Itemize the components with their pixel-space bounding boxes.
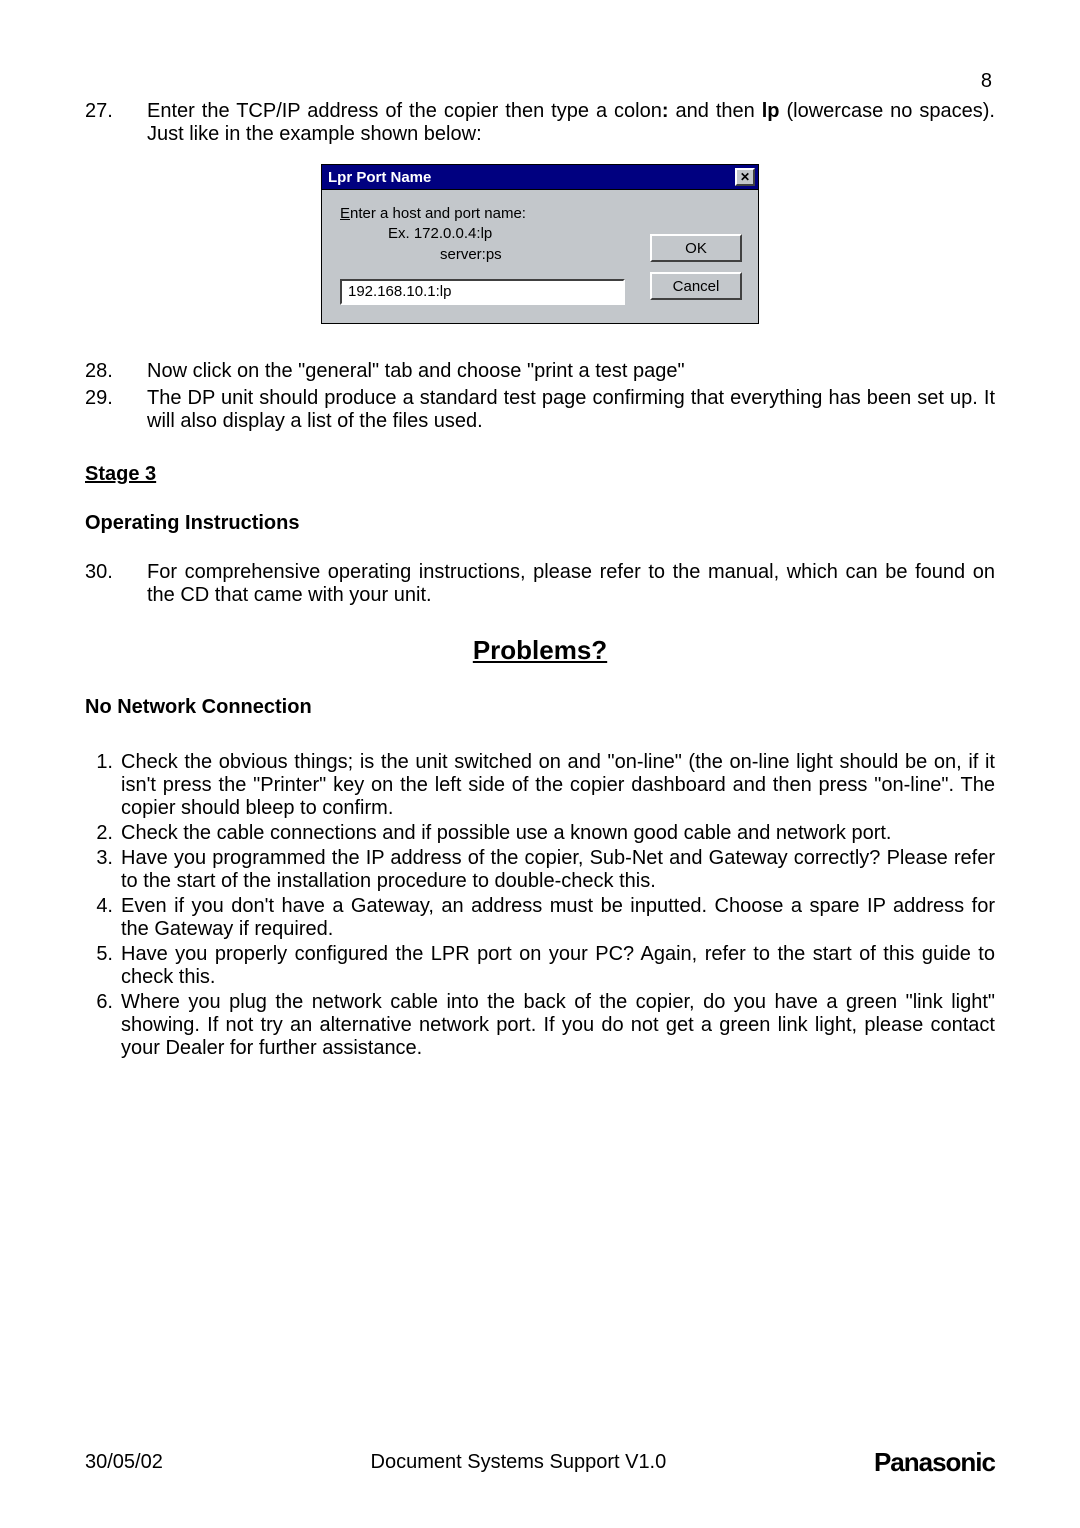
list-item: 1.Check the obvious things; is the unit …: [85, 751, 995, 820]
cancel-button[interactable]: Cancel: [650, 272, 742, 300]
item-number: 1.: [85, 751, 121, 820]
close-button[interactable]: ✕: [735, 168, 755, 186]
step-number: 30.: [85, 561, 147, 607]
item-number: 5.: [85, 943, 121, 989]
page-number: 8: [981, 70, 992, 93]
item-text: Have you programmed the IP address of th…: [121, 847, 995, 893]
list-item: 5.Have you properly configured the LPR p…: [85, 943, 995, 989]
page-footer: 30/05/02 Document Systems Support V1.0 P…: [85, 1447, 995, 1478]
list-item: 2.Check the cable connections and if pos…: [85, 822, 995, 845]
lpr-port-name-dialog: Lpr Port Name ✕ Enter a host and port na…: [321, 164, 759, 324]
step-29: 29. The DP unit should produce a standar…: [85, 387, 995, 433]
no-network-connection-heading: No Network Connection: [85, 696, 995, 719]
close-icon: ✕: [740, 171, 750, 183]
list-item: 4.Even if you don't have a Gateway, an a…: [85, 895, 995, 941]
host-port-input[interactable]: [340, 279, 625, 305]
step-30: 30. For comprehensive operating instruct…: [85, 561, 995, 607]
step-text: Enter the TCP/IP address of the copier t…: [147, 100, 995, 146]
example-line-2: server:ps: [340, 245, 502, 265]
step-number: 28.: [85, 360, 147, 383]
stage3-heading: Stage 3: [85, 463, 995, 486]
item-text: Even if you don't have a Gateway, an add…: [121, 895, 995, 941]
list-item: 6.Where you plug the network cable into …: [85, 991, 995, 1060]
step-number: 27.: [85, 100, 147, 146]
ok-button[interactable]: OK: [650, 234, 742, 262]
example-line-1: Ex. 172.0.0.4:lp: [340, 224, 492, 244]
item-text: Have you properly configured the LPR por…: [121, 943, 995, 989]
problems-heading: Problems?: [85, 635, 995, 666]
item-text: Check the obvious things; is the unit sw…: [121, 751, 995, 820]
brand-logo: Panasonic: [874, 1447, 995, 1478]
dialog-titlebar: Lpr Port Name ✕: [322, 165, 758, 190]
footer-date: 30/05/02: [85, 1451, 163, 1474]
item-number: 3.: [85, 847, 121, 893]
mnemonic-letter: E: [340, 205, 350, 222]
step-text: Now click on the "general" tab and choos…: [147, 360, 995, 383]
dialog-title: Lpr Port Name: [328, 169, 431, 186]
step-number: 29.: [85, 387, 147, 433]
bold-colon: :: [662, 100, 669, 122]
text: Enter the TCP/IP address of the copier t…: [147, 100, 662, 122]
list-item: 3.Have you programmed the IP address of …: [85, 847, 995, 893]
troubleshoot-list: 1.Check the obvious things; is the unit …: [85, 751, 995, 1060]
item-number: 2.: [85, 822, 121, 845]
step-text: The DP unit should produce a standard te…: [147, 387, 995, 433]
bold-lp: lp: [762, 100, 780, 122]
step-28: 28. Now click on the "general" tab and c…: [85, 360, 995, 383]
item-text: Check the cable connections and if possi…: [121, 822, 995, 845]
label-text: nter a host and port name:: [350, 205, 526, 222]
dialog-body: Enter a host and port name: Ex. 172.0.0.…: [322, 190, 758, 323]
item-number: 4.: [85, 895, 121, 941]
footer-center: Document Systems Support V1.0: [371, 1451, 667, 1474]
step-text: For comprehensive operating instructions…: [147, 561, 995, 607]
step-27: 27. Enter the TCP/IP address of the copi…: [85, 100, 995, 146]
item-text: Where you plug the network cable into th…: [121, 991, 995, 1060]
item-number: 6.: [85, 991, 121, 1060]
text: and then: [669, 100, 762, 122]
operating-instructions-heading: Operating Instructions: [85, 512, 995, 535]
